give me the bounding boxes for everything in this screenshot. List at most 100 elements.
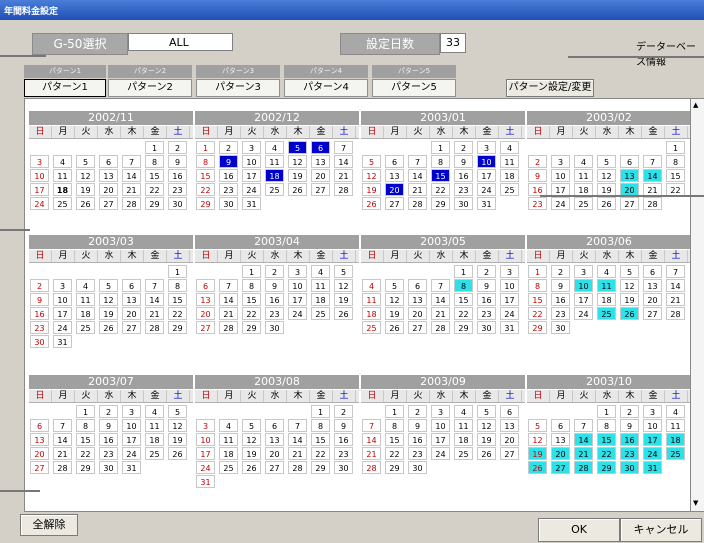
date-cell[interactable]: 24 [196,461,215,474]
date-cell[interactable]: 11 [311,279,330,292]
date-cell[interactable]: 13 [30,433,49,446]
date-cell[interactable]: 21 [53,447,72,460]
date-cell[interactable]: 6 [620,155,639,168]
date-cell[interactable]: 8 [242,279,261,292]
date-cell[interactable]: 23 [219,183,238,196]
date-cell[interactable]: 13 [500,419,519,432]
date-cell[interactable]: 30 [219,197,238,210]
date-cell[interactable]: 14 [145,293,164,306]
date-cell[interactable]: 14 [666,279,685,292]
date-cell[interactable]: 16 [620,433,639,446]
scroll-up-icon[interactable]: ▲ [693,101,698,109]
date-cell[interactable]: 2 [99,405,118,418]
date-cell[interactable]: 24 [574,307,593,320]
date-cell[interactable]: 25 [597,307,616,320]
date-cell[interactable]: 16 [408,433,427,446]
date-cell[interactable]: 18 [666,433,685,446]
date-cell[interactable]: 27 [408,321,427,334]
date-cell[interactable]: 16 [334,433,353,446]
date-cell[interactable]: 5 [620,265,639,278]
date-cell[interactable]: 30 [99,461,118,474]
date-cell[interactable]: 6 [385,155,404,168]
date-cell[interactable]: 1 [431,141,450,154]
date-cell[interactable]: 6 [99,155,118,168]
date-cell[interactable]: 18 [219,447,238,460]
date-cell[interactable]: 31 [643,461,662,474]
date-cell[interactable]: 13 [265,433,284,446]
date-cell[interactable]: 16 [168,169,187,182]
date-cell[interactable]: 20 [500,433,519,446]
date-cell[interactable]: 3 [500,265,519,278]
date-cell[interactable]: 15 [76,433,95,446]
date-cell[interactable]: 24 [53,321,72,334]
scroll-down-icon[interactable]: ▼ [693,499,698,507]
date-cell[interactable]: 6 [408,279,427,292]
date-cell[interactable]: 19 [385,307,404,320]
date-cell[interactable]: 9 [620,419,639,432]
date-cell[interactable]: 18 [265,169,284,182]
date-cell[interactable]: 15 [242,293,261,306]
date-cell[interactable]: 29 [76,461,95,474]
date-cell[interactable]: 30 [620,461,639,474]
date-cell[interactable]: 15 [311,433,330,446]
date-cell[interactable]: 28 [666,307,685,320]
date-cell[interactable]: 17 [288,293,307,306]
pattern-button-5[interactable]: パターン5 [372,79,456,97]
date-cell[interactable]: 12 [477,419,496,432]
date-cell[interactable]: 29 [311,461,330,474]
date-cell[interactable]: 26 [99,321,118,334]
date-cell[interactable]: 9 [408,419,427,432]
date-cell[interactable]: 5 [334,265,353,278]
date-cell[interactable]: 19 [362,183,381,196]
date-cell[interactable]: 27 [385,197,404,210]
date-cell[interactable]: 17 [242,169,261,182]
date-cell[interactable]: 22 [597,447,616,460]
date-cell[interactable]: 7 [362,419,381,432]
date-cell[interactable]: 5 [528,419,547,432]
date-cell[interactable]: 28 [643,197,662,210]
date-cell[interactable]: 7 [431,279,450,292]
date-cell[interactable]: 8 [196,155,215,168]
date-cell[interactable]: 10 [500,279,519,292]
date-cell[interactable]: 26 [168,447,187,460]
date-cell[interactable]: 12 [168,419,187,432]
date-cell[interactable]: 9 [528,169,547,182]
date-cell[interactable]: 23 [30,321,49,334]
date-cell[interactable]: 8 [145,155,164,168]
date-cell[interactable]: 19 [242,447,261,460]
date-cell[interactable]: 15 [666,169,685,182]
date-cell[interactable]: 22 [311,447,330,460]
date-cell[interactable]: 30 [168,197,187,210]
date-cell[interactable]: 14 [53,433,72,446]
date-cell[interactable]: 27 [551,461,570,474]
date-cell[interactable]: 13 [643,279,662,292]
date-cell[interactable]: 16 [99,433,118,446]
date-cell[interactable]: 8 [454,279,473,292]
date-cell[interactable]: 31 [122,461,141,474]
date-cell[interactable]: 15 [145,169,164,182]
date-cell[interactable]: 6 [30,419,49,432]
date-cell[interactable]: 30 [334,461,353,474]
date-cell[interactable]: 22 [528,307,547,320]
date-cell[interactable]: 17 [122,433,141,446]
pattern-button-4[interactable]: パターン4 [284,79,368,97]
date-cell[interactable]: 2 [551,265,570,278]
date-cell[interactable]: 22 [196,183,215,196]
date-cell[interactable]: 11 [53,169,72,182]
date-cell[interactable]: 18 [145,433,164,446]
date-cell[interactable]: 19 [288,169,307,182]
date-cell[interactable]: 29 [385,461,404,474]
date-cell[interactable]: 10 [288,279,307,292]
date-cell[interactable]: 13 [311,155,330,168]
date-cell[interactable]: 25 [500,183,519,196]
date-cell[interactable]: 31 [500,321,519,334]
date-cell[interactable]: 14 [362,433,381,446]
date-cell[interactable]: 24 [551,197,570,210]
date-cell[interactable]: 7 [53,419,72,432]
date-cell[interactable]: 2 [168,141,187,154]
date-cell[interactable]: 27 [311,183,330,196]
date-cell[interactable]: 11 [454,419,473,432]
date-cell[interactable]: 3 [574,265,593,278]
date-cell[interactable]: 10 [643,419,662,432]
date-cell[interactable]: 15 [385,433,404,446]
